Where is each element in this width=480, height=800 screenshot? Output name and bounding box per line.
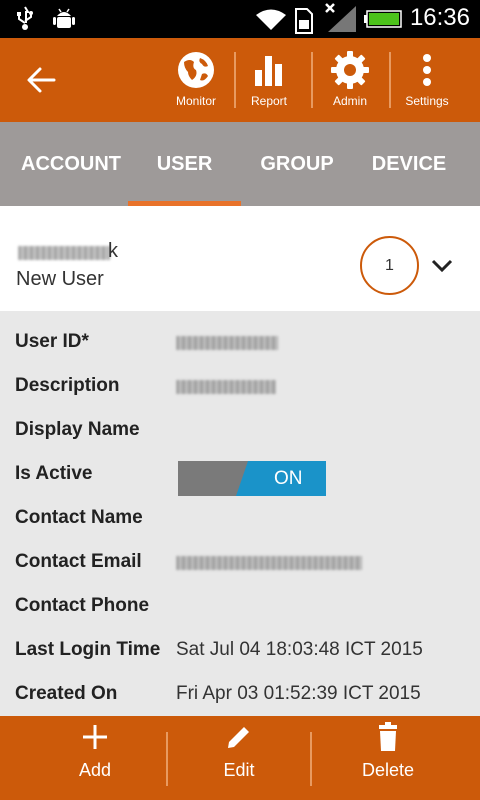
status-bar: 16:36: [0, 0, 480, 38]
status-time: 16:36: [409, 4, 470, 31]
tab-device[interactable]: DEVICE: [353, 122, 465, 206]
monitor-label: Monitor: [175, 94, 216, 108]
back-arrow-icon[interactable]: [24, 64, 60, 96]
is-active-label: Is Active: [15, 463, 93, 484]
created-on-value: Fri Apr 03 01:52:39 ICT 2015: [176, 683, 421, 704]
sim-icon: [295, 8, 313, 34]
delete-label: Delete: [361, 760, 415, 780]
app-toolbar: Monitor Report Admin Settings: [0, 38, 480, 122]
bar-chart-icon: [255, 56, 282, 86]
trash-icon: [379, 722, 397, 751]
record-count-badge: 1: [360, 236, 419, 295]
description-label: Description: [15, 375, 120, 396]
redacted-contact-email: [176, 556, 362, 570]
detail-row-contact-phone: Contact Phone: [0, 575, 480, 619]
report-label: Report: [250, 94, 288, 108]
admin-button[interactable]: Admin: [312, 50, 388, 120]
tab-bar: ACCOUNT USER GROUP DEVICE: [0, 122, 480, 206]
user-record-header[interactable]: k New User 1: [0, 206, 480, 311]
detail-row-last-login: Last Login Time Sat Jul 04 18:03:48 ICT …: [0, 619, 480, 663]
overflow-menu-icon: [423, 54, 431, 86]
redacted-description: [176, 380, 276, 394]
chevron-down-icon[interactable]: [430, 256, 454, 276]
detail-row-created-on: Created On Fri Apr 03 01:52:39 ICT 2015: [0, 663, 480, 707]
bottom-divider: [310, 732, 312, 786]
gear-icon: [331, 51, 369, 89]
created-on-label: Created On: [15, 683, 118, 704]
detail-row-description: Description: [0, 355, 480, 399]
user-name-tail: k: [108, 240, 118, 262]
android-debug-icon: [53, 8, 75, 28]
bottom-divider: [166, 732, 168, 786]
report-button[interactable]: Report: [231, 50, 307, 120]
last-login-value: Sat Jul 04 18:03:48 ICT 2015: [176, 639, 423, 660]
detail-row-contact-email: Contact Email: [0, 531, 480, 575]
detail-row-contact-name: Contact Name: [0, 487, 480, 531]
last-login-label: Last Login Time: [15, 639, 161, 660]
admin-label: Admin: [332, 94, 367, 108]
contact-name-label: Contact Name: [15, 507, 143, 528]
pencil-icon: [228, 724, 252, 748]
battery-icon: [364, 10, 402, 28]
user-id-label: User ID*: [15, 331, 89, 352]
edit-button[interactable]: Edit: [174, 716, 304, 800]
monitor-button[interactable]: Monitor: [158, 50, 234, 120]
contact-phone-label: Contact Phone: [15, 595, 150, 616]
signal-icon: [325, 3, 356, 32]
plus-icon: [83, 725, 107, 749]
tab-account[interactable]: ACCOUNT: [12, 122, 130, 206]
delete-button[interactable]: Delete: [323, 716, 453, 800]
redacted-user-id: [176, 336, 278, 350]
add-label: Add: [78, 760, 112, 780]
settings-label: Settings: [405, 94, 449, 108]
user-subtitle: New User: [16, 268, 104, 290]
display-name-label: Display Name: [15, 419, 140, 440]
tab-user[interactable]: USER: [128, 122, 241, 206]
detail-row-display-name: Display Name: [0, 399, 480, 443]
redacted-user-name: [18, 246, 110, 260]
tab-group[interactable]: GROUP: [241, 122, 353, 206]
contact-email-label: Contact Email: [15, 551, 142, 572]
globe-icon: [178, 52, 214, 88]
detail-row-user-id: User ID*: [0, 311, 480, 355]
edit-label: Edit: [223, 760, 255, 780]
user-details: User ID* Description Display Name Is Act…: [0, 311, 480, 716]
usb-icon: [17, 6, 33, 30]
add-button[interactable]: Add: [30, 716, 160, 800]
settings-button[interactable]: Settings: [389, 50, 465, 120]
bottom-action-bar: Add Edit Delete: [0, 716, 480, 800]
wifi-icon: [256, 9, 286, 30]
